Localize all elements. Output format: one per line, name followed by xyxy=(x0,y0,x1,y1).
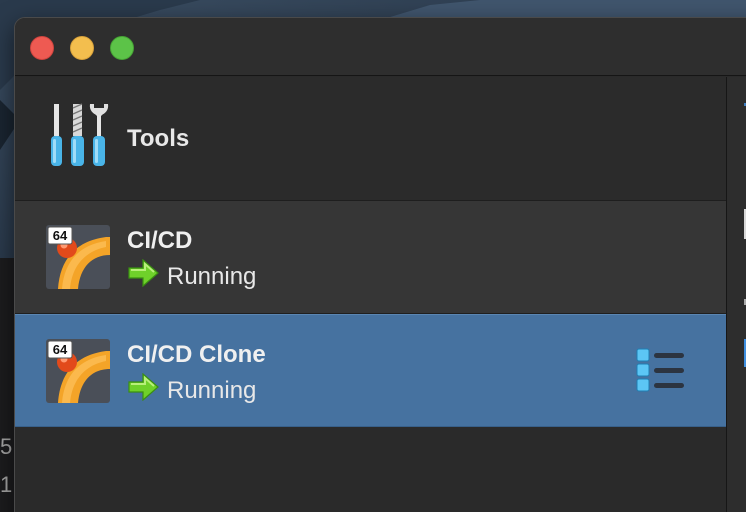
background-window-text: 5 xyxy=(0,434,13,459)
vm-badge: 64 xyxy=(53,228,68,243)
details-pane xyxy=(727,77,746,512)
vm-os-icon: 64 xyxy=(46,339,110,403)
vm-status: Running xyxy=(167,377,257,404)
vm-item-cicd[interactable]: 64 CI/CD Running xyxy=(15,201,727,314)
vm-name: CI/CD Clone xyxy=(127,341,266,368)
title-bar xyxy=(15,18,746,76)
vm-name: CI/CD xyxy=(127,227,193,254)
screwdrivers-icon xyxy=(51,103,109,166)
green-arrow-icon xyxy=(128,259,159,287)
green-arrow-icon xyxy=(128,373,159,401)
vm-details-list-icon[interactable] xyxy=(635,347,687,393)
vm-item-cicd-clone[interactable]: 64 CI/CD Clone Running xyxy=(15,314,727,427)
app-window: Tools 64 CI/CD Running 64 CI/CD Clone Ru… xyxy=(14,17,746,512)
tools-item[interactable]: Tools xyxy=(15,77,727,201)
zoom-button[interactable] xyxy=(110,36,134,60)
tools-label: Tools xyxy=(127,125,190,152)
minimize-button[interactable] xyxy=(70,36,94,60)
vm-badge: 64 xyxy=(53,342,68,357)
vm-status: Running xyxy=(167,263,257,290)
vm-os-icon: 64 xyxy=(46,225,110,289)
vm-list-sidebar: Tools 64 CI/CD Running 64 CI/CD Clone Ru… xyxy=(15,77,727,512)
close-button[interactable] xyxy=(30,36,54,60)
